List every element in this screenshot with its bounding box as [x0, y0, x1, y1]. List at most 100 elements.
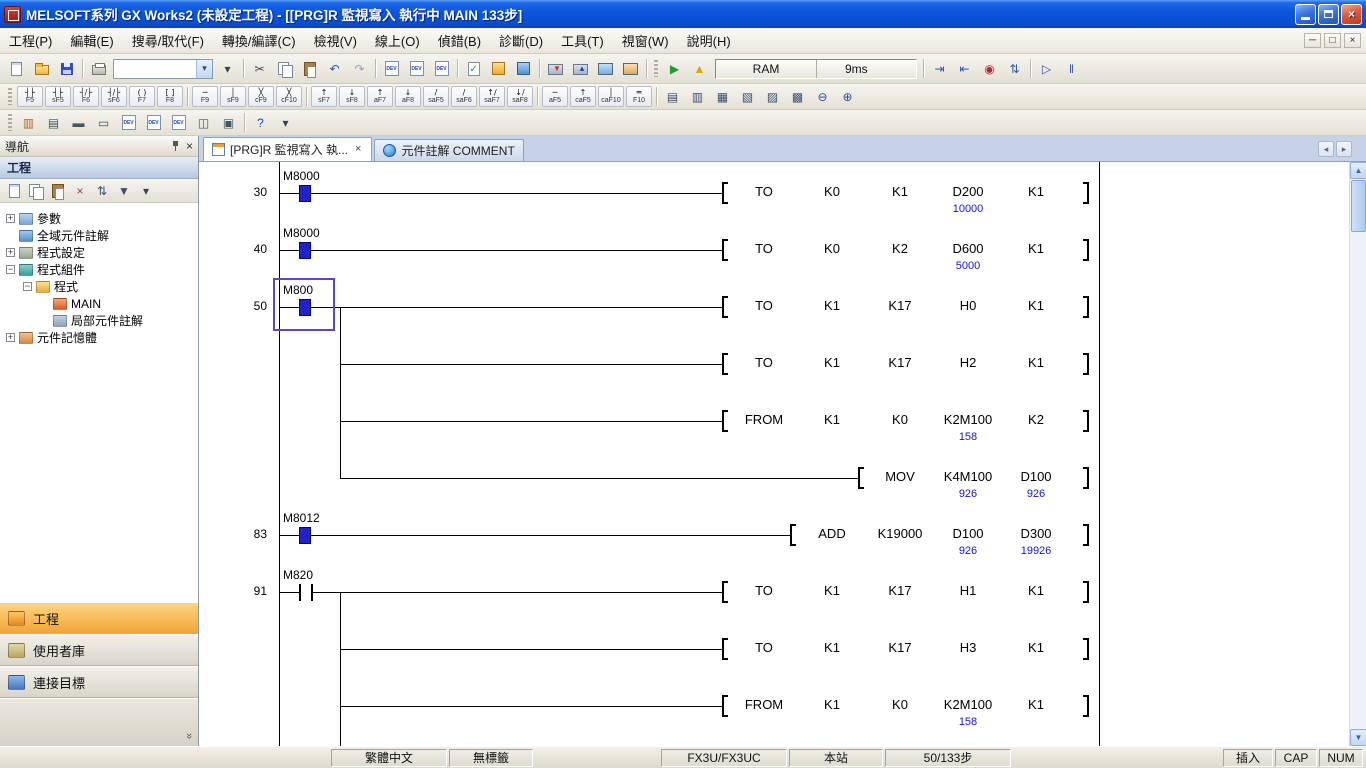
combo-menu-icon[interactable]: ▾ [216, 58, 239, 80]
tree-item-0[interactable]: +參數 [0, 210, 198, 227]
close-button[interactable]: × [1341, 4, 1362, 25]
instruction-name[interactable]: ADD [798, 526, 866, 542]
operand[interactable]: K17 [866, 298, 934, 314]
ladder-symbol-saF5-button[interactable]: /saF5 [423, 86, 449, 107]
ladder-symbol-saF6-button[interactable]: /saF6 [451, 86, 477, 107]
view-button-0[interactable]: 工程 [0, 602, 198, 634]
operand[interactable]: K1 [798, 412, 866, 428]
contact-M8012[interactable] [299, 527, 311, 544]
tab-1[interactable]: 元件註解 COMMENT [374, 139, 523, 161]
nav-options-icon[interactable]: ▾ [136, 181, 156, 201]
operand[interactable]: K17 [866, 355, 934, 371]
operand[interactable]: D300 [1002, 526, 1070, 542]
operand[interactable]: K2 [1002, 412, 1070, 428]
monitor-mode-icon[interactable] [594, 58, 617, 80]
filter-icon[interactable]: ▼ [114, 181, 134, 201]
ladder-symbol-aF5-button[interactable]: ─aF5 [542, 86, 568, 107]
program-check-icon[interactable] [462, 58, 485, 80]
paste-icon[interactable] [298, 58, 321, 80]
new-data-icon[interactable] [4, 181, 24, 201]
cut-icon[interactable]: ✂ [248, 58, 271, 80]
menu-item-2[interactable]: 搜尋/取代(F) [123, 27, 213, 54]
device-comment-display-icon[interactable]: DEV [117, 112, 140, 134]
tree-item-7[interactable]: +元件記憶體 [0, 329, 198, 346]
break-point-icon[interactable]: ◉ [978, 58, 1001, 80]
operand[interactable]: K1 [1002, 241, 1070, 257]
display-format-icon[interactable]: ▧ [736, 86, 759, 108]
collapse-icon[interactable]: − [6, 265, 15, 274]
ladder-symbol-saF8-button[interactable]: ↓/saF8 [507, 86, 533, 107]
device-display-icon[interactable]: ▨ [761, 86, 784, 108]
operand[interactable]: K0 [798, 184, 866, 200]
contact-M8000[interactable] [299, 242, 311, 259]
save-project-icon[interactable] [55, 58, 78, 80]
ladder-symbol-F9-button[interactable]: ─F9 [192, 86, 218, 107]
operand[interactable]: K1 [1002, 583, 1070, 599]
menu-item-6[interactable]: 偵錯(B) [429, 27, 490, 54]
docking-window-icon[interactable]: ▭ [92, 112, 115, 134]
menu-item-10[interactable]: 說明(H) [678, 27, 740, 54]
zoom-in-icon[interactable]: ⊕ [836, 86, 859, 108]
operand[interactable]: K1 [1002, 640, 1070, 656]
nav-close-icon[interactable]: × [186, 141, 193, 151]
child-restore-button[interactable]: □ [1324, 33, 1341, 48]
navigation-window-icon[interactable]: ▥ [17, 112, 40, 134]
skip-execution-icon[interactable]: ⇤ [953, 58, 976, 80]
step-execution-icon[interactable]: ⇥ [928, 58, 951, 80]
operand[interactable]: K1 [1002, 355, 1070, 371]
zoom-out-icon[interactable]: ⊖ [811, 86, 834, 108]
ladder-symbol-F8-button[interactable]: [ ]F8 [157, 86, 183, 107]
ladder-symbol-F6-button[interactable]: ┤/├F6 [73, 86, 99, 107]
contact-M8000[interactable] [299, 185, 311, 202]
tab-close-icon[interactable]: × [353, 144, 363, 155]
instruction-name[interactable]: FROM [730, 412, 798, 428]
contact-M820[interactable] [299, 584, 301, 601]
operand[interactable]: H3 [934, 640, 1002, 656]
tab-0[interactable]: [PRG]R 監視寫入 執...× [203, 137, 372, 161]
pin-icon[interactable] [170, 140, 181, 152]
operand[interactable]: K1 [866, 184, 934, 200]
expand-icon[interactable]: + [6, 248, 15, 257]
convert-icon[interactable] [487, 58, 510, 80]
expand-icon[interactable]: + [6, 214, 15, 223]
ladder-symbol-sF9-button[interactable]: │sF9 [220, 86, 246, 107]
restore-button[interactable] [1318, 4, 1339, 25]
print-icon[interactable] [87, 58, 110, 80]
instruction-name[interactable]: TO [730, 583, 798, 599]
instruction-name[interactable]: TO [730, 298, 798, 314]
function-block-selection-icon[interactable]: ▤ [42, 112, 65, 134]
instruction-name[interactable]: TO [730, 184, 798, 200]
operand[interactable]: K2M100 [934, 697, 1002, 713]
scrollbar-thumb[interactable] [1351, 180, 1366, 232]
all-display-icon[interactable]: ▩ [786, 86, 809, 108]
scroll-down-icon[interactable]: ▼ [1350, 729, 1366, 746]
operand[interactable]: K2 [866, 241, 934, 257]
operand[interactable]: D100 [934, 526, 1002, 542]
operand[interactable]: D100 [1002, 469, 1070, 485]
ladder-symbol-cF10-button[interactable]: ╳cF10 [276, 86, 302, 107]
instruction-name[interactable]: TO [730, 355, 798, 371]
paste-data-icon[interactable] [48, 181, 68, 201]
ladder-canvas[interactable]: 30M8000TOK0K1D20010000K140M8000TOK0K2D60… [199, 162, 1349, 746]
minimize-button[interactable] [1295, 4, 1316, 25]
combo-dropdown-icon[interactable]: ▾ [196, 60, 212, 78]
vertical-scrollbar[interactable]: ▲ ▼ [1349, 162, 1366, 746]
keyword-combo[interactable]: ▾ [113, 59, 213, 79]
operand[interactable]: K1 [798, 355, 866, 371]
ladder-symbol-caF10-button[interactable]: │caF10 [598, 86, 624, 107]
ladder-symbol-cF9-button[interactable]: ╳cF9 [248, 86, 274, 107]
operand[interactable]: K1 [1002, 298, 1070, 314]
ladder-symbol-sF8-button[interactable]: ↓sF8 [339, 86, 365, 107]
comment-display-icon[interactable]: ▤ [661, 86, 684, 108]
operand[interactable]: H2 [934, 355, 1002, 371]
run-icon[interactable]: ▷ [1035, 58, 1058, 80]
ladder-symbol-aF8-button[interactable]: ↓aF8 [395, 86, 421, 107]
note-display-icon[interactable]: ▦ [711, 86, 734, 108]
read-from-plc-icon[interactable] [569, 58, 592, 80]
tree-item-6[interactable]: 局部元件註解 [0, 312, 198, 329]
sort-icon[interactable]: ⇅ [92, 181, 112, 201]
monitor-stop-icon[interactable]: ▲ [688, 58, 711, 80]
copy-icon[interactable] [273, 58, 296, 80]
view-button-1[interactable]: 使用者庫 [0, 634, 198, 666]
ladder-symbol-F5-button[interactable]: ┤├F5 [17, 86, 43, 107]
